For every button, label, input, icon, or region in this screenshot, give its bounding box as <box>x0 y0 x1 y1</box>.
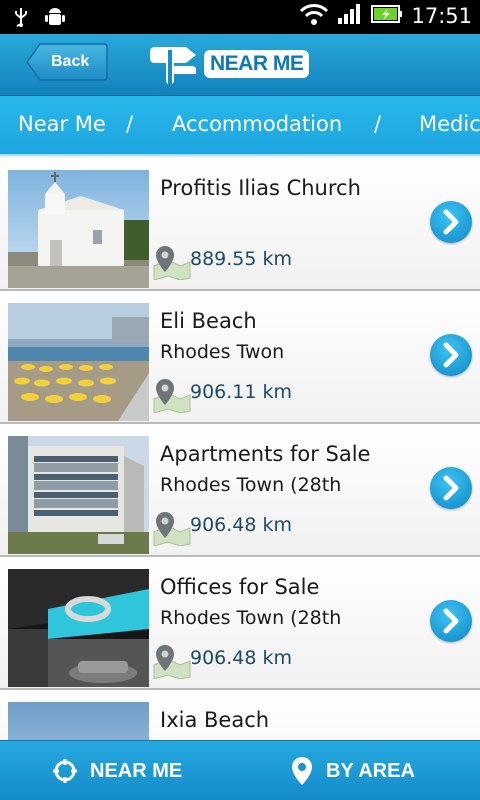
tab-by-area[interactable]: BY AREA <box>290 741 415 800</box>
church-thumbnail <box>8 170 149 288</box>
list-item[interactable]: Ixia Beach <box>0 690 480 740</box>
android-debug-icon <box>44 6 66 32</box>
item-subtitle: Rhodes Town (28th <box>160 474 342 496</box>
breadcrumb-accommodation[interactable]: Accommodation <box>172 112 342 136</box>
tab-by-area-label: BY AREA <box>326 759 415 782</box>
breadcrumb-separator: / <box>126 112 134 136</box>
map-pin-icon <box>153 379 191 413</box>
back-button[interactable]: Back <box>26 43 108 81</box>
breadcrumb: Near Me / Accommodation / Medic <box>0 96 480 154</box>
list-item[interactable]: Eli Beach Rhodes Twon 906.11 km <box>0 291 480 424</box>
crosshair-icon <box>53 759 77 783</box>
signpost-logo-icon <box>150 47 196 84</box>
tab-near-me-label: NEAR ME <box>90 759 183 782</box>
item-distance: 906.11 km <box>190 381 293 403</box>
open-item-button[interactable] <box>430 600 472 642</box>
map-pin-icon <box>153 512 191 546</box>
open-item-button[interactable] <box>430 201 472 243</box>
open-item-button[interactable] <box>430 467 472 509</box>
near-me-logo: NEAR ME <box>148 44 318 86</box>
item-subtitle: Rhodes Town (28th <box>160 607 342 629</box>
beach-thumbnail <box>8 702 149 740</box>
chevron-right-icon <box>443 342 459 368</box>
bottom-tab-bar: NEAR ME BY AREA <box>0 740 480 800</box>
chevron-right-icon <box>443 209 459 235</box>
clock: 17:51 <box>411 4 472 28</box>
tab-near-me[interactable]: NEAR ME <box>52 741 182 800</box>
item-distance: 889.55 km <box>190 248 293 270</box>
item-subtitle: Rhodes Twon <box>160 341 285 363</box>
usb-icon <box>10 6 32 32</box>
item-title: Eli Beach <box>160 309 257 333</box>
status-bar: 17:51 <box>0 0 480 34</box>
list-item[interactable]: Profitis Ilias Church 889.55 km <box>0 158 480 291</box>
logo-text: NEAR ME <box>204 50 310 78</box>
open-item-button[interactable] <box>430 334 472 376</box>
battery-icon <box>371 3 403 29</box>
beach-thumbnail <box>8 303 149 421</box>
places-list: Profitis Ilias Church 889.55 km Eli Beac… <box>0 158 480 740</box>
signal-icon <box>337 2 363 30</box>
breadcrumb-separator: / <box>374 112 382 136</box>
list-item[interactable]: Offices for Sale Rhodes Town (28th 906.4… <box>0 557 480 690</box>
item-title: Profitis Ilias Church <box>160 176 361 200</box>
list-item[interactable]: Apartments for Sale Rhodes Town (28th 90… <box>0 424 480 557</box>
wifi-icon <box>299 2 329 30</box>
item-title: Ixia Beach <box>160 708 270 732</box>
chevron-right-icon <box>443 608 459 634</box>
item-distance: 906.48 km <box>190 647 293 669</box>
map-pin-icon <box>153 246 191 280</box>
map-marker-icon <box>292 757 312 785</box>
item-distance: 906.48 km <box>190 514 293 536</box>
offices-thumbnail <box>8 569 149 687</box>
back-label: Back <box>51 53 90 70</box>
chevron-right-icon <box>443 475 459 501</box>
apartments-thumbnail <box>8 436 149 554</box>
app-header: Back NEAR ME <box>0 34 480 96</box>
item-title: Offices for Sale <box>160 575 320 599</box>
breadcrumb-medic[interactable]: Medic <box>419 112 480 136</box>
breadcrumb-near-me[interactable]: Near Me <box>18 112 106 136</box>
item-title: Apartments for Sale <box>160 442 371 466</box>
map-pin-icon <box>153 645 191 679</box>
